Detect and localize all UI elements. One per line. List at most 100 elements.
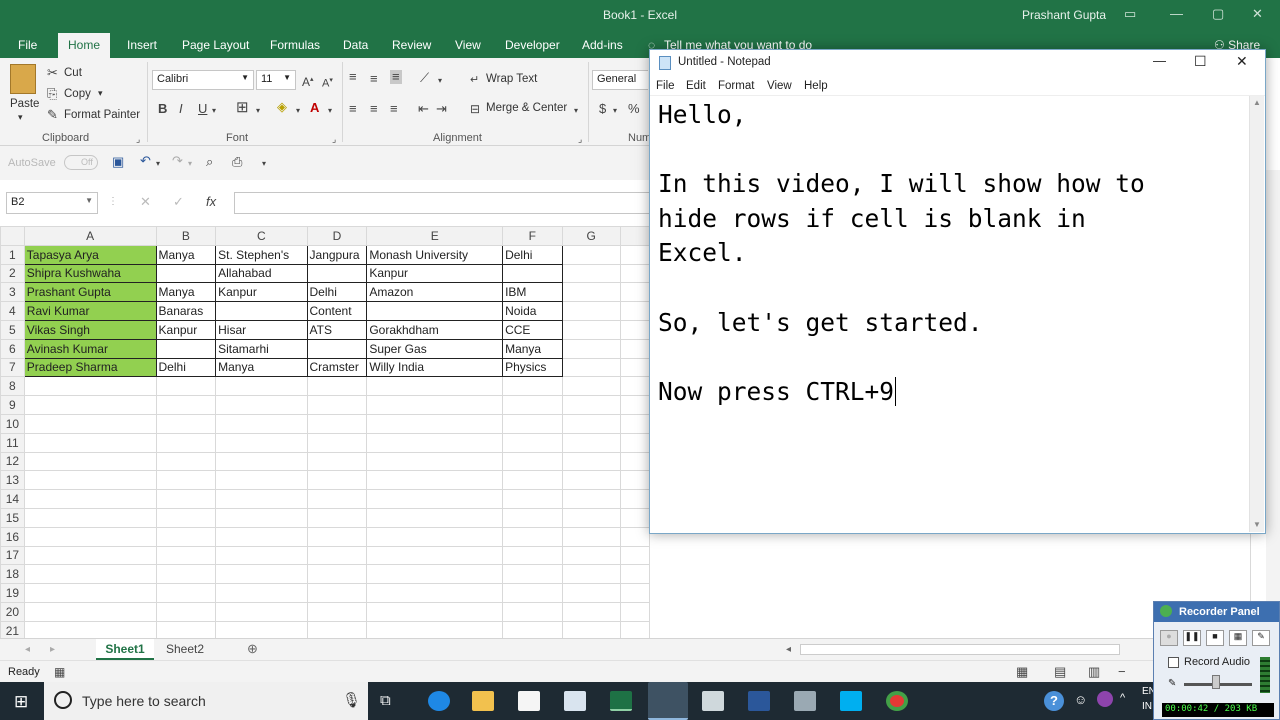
cell[interactable] <box>502 376 563 397</box>
currency-icon[interactable]: $ <box>599 102 606 116</box>
cell[interactable] <box>23 432 157 453</box>
cell[interactable] <box>366 489 504 509</box>
settings-icon[interactable]: ▦ <box>1229 630 1247 646</box>
cell[interactable]: Manya <box>215 357 308 378</box>
autosave-toggle[interactable]: Off <box>64 155 98 170</box>
formula-input[interactable] <box>234 192 654 214</box>
cell[interactable] <box>619 564 651 585</box>
cell[interactable] <box>366 470 504 491</box>
cell[interactable] <box>502 395 563 415</box>
cell[interactable] <box>215 545 308 566</box>
calculator-icon[interactable] <box>702 691 724 711</box>
row-header[interactable]: 3 <box>0 282 25 303</box>
pause-icon[interactable]: ❚❚ <box>1183 630 1201 646</box>
align-center-icon[interactable]: ≡ <box>370 102 378 116</box>
decrease-font-icon[interactable]: A▾ <box>322 74 333 91</box>
vertical-scrollbar[interactable] <box>1266 170 1280 638</box>
scroll-up-icon[interactable]: ▲ <box>1253 98 1261 107</box>
cell[interactable] <box>502 526 563 547</box>
cell[interactable] <box>366 564 504 585</box>
cell[interactable] <box>215 507 308 528</box>
row-header[interactable]: 19 <box>0 583 25 603</box>
cell[interactable] <box>306 263 368 284</box>
tab-review[interactable]: Review <box>392 38 431 52</box>
tab-home[interactable]: Home <box>58 33 111 58</box>
cell[interactable] <box>366 507 504 528</box>
notepad-scrollbar[interactable]: ▲ ▼ <box>1249 96 1264 532</box>
select-all-corner[interactable] <box>0 226 25 246</box>
cell[interactable] <box>155 470 217 491</box>
cell[interactable]: Cramster <box>306 357 368 378</box>
cell[interactable] <box>502 413 563 434</box>
increase-font-icon[interactable]: A▴ <box>302 73 314 89</box>
cell[interactable] <box>366 526 504 547</box>
cell[interactable] <box>306 432 368 453</box>
row-header[interactable]: 20 <box>0 601 25 622</box>
increase-indent-icon[interactable]: ⇥ <box>436 102 447 116</box>
cell[interactable]: Super Gas <box>366 338 504 359</box>
cell[interactable] <box>619 451 651 472</box>
fill-color-icon[interactable]: ◈ <box>277 100 287 114</box>
row-header[interactable]: 2 <box>0 263 25 284</box>
store-icon[interactable] <box>518 691 540 711</box>
scroll-down-icon[interactable]: ▼ <box>1253 520 1261 529</box>
cell[interactable] <box>155 545 217 566</box>
record-icon[interactable]: ● <box>1160 630 1178 646</box>
cell[interactable] <box>306 470 368 491</box>
cut-button[interactable]: Cut <box>64 67 82 79</box>
cell[interactable] <box>619 583 651 603</box>
borders-icon[interactable]: ⊞ <box>236 100 249 115</box>
cell[interactable] <box>155 395 217 415</box>
cell[interactable]: Kanpur <box>366 263 504 284</box>
cell[interactable] <box>561 376 621 397</box>
merge-center-button[interactable]: Merge & Center <box>486 102 567 114</box>
insert-function-icon[interactable]: fx <box>206 195 216 209</box>
column-header[interactable]: E <box>366 226 504 246</box>
cell[interactable] <box>306 489 368 509</box>
menu-edit[interactable]: Edit <box>686 80 706 92</box>
italic-button[interactable]: I <box>179 102 183 116</box>
tray-app-icon[interactable] <box>1097 691 1113 707</box>
wrap-text-button[interactable]: Wrap Text <box>486 73 537 85</box>
scroll-right-icon[interactable]: ▸ <box>50 643 55 657</box>
row-header[interactable]: 9 <box>0 395 25 415</box>
cell[interactable]: Ravi Kumar <box>23 301 157 321</box>
column-header[interactable]: D <box>306 226 368 246</box>
format-painter-button[interactable]: Format Painter <box>64 109 140 121</box>
cell[interactable] <box>23 413 157 434</box>
cell[interactable] <box>306 526 368 547</box>
notepad-maximize-icon[interactable]: ☐ <box>1194 53 1207 70</box>
cell[interactable] <box>619 338 651 359</box>
underline-dropdown-icon[interactable]: ▾ <box>212 104 216 118</box>
cell[interactable] <box>561 432 621 453</box>
cell[interactable] <box>561 526 621 547</box>
tab-page-layout[interactable]: Page Layout <box>182 38 249 52</box>
cell[interactable] <box>306 601 368 622</box>
cell[interactable] <box>561 357 621 378</box>
menu-format[interactable]: Format <box>718 80 754 92</box>
column-header[interactable]: F <box>502 226 563 246</box>
cell[interactable]: Amazon <box>366 282 504 303</box>
orientation-icon[interactable]: ⟋ <box>420 71 429 85</box>
cell[interactable] <box>155 601 217 622</box>
cell[interactable] <box>306 395 368 415</box>
save-icon[interactable]: ▣ <box>112 155 124 169</box>
hscroll-left-icon[interactable]: ◂ <box>786 643 791 657</box>
align-top-icon[interactable]: ≡ <box>349 70 357 84</box>
tab-add-ins[interactable]: Add-ins <box>582 38 623 52</box>
cell[interactable] <box>561 470 621 491</box>
cell[interactable] <box>561 507 621 528</box>
cell[interactable] <box>155 583 217 603</box>
stop-icon[interactable]: ■ <box>1206 630 1224 646</box>
undo-dropdown-icon[interactable]: ▾ <box>156 157 160 171</box>
cell[interactable] <box>306 413 368 434</box>
number-format-box[interactable]: General <box>592 70 648 90</box>
cell[interactable] <box>561 319 621 340</box>
minimize-icon[interactable]: — <box>1170 6 1183 21</box>
column-header[interactable]: A <box>23 226 157 246</box>
cell[interactable] <box>502 601 563 622</box>
row-header[interactable]: 6 <box>0 338 25 359</box>
microphone-icon[interactable]: 🎙 <box>342 691 361 709</box>
cell[interactable] <box>619 507 651 528</box>
cell[interactable] <box>561 545 621 566</box>
